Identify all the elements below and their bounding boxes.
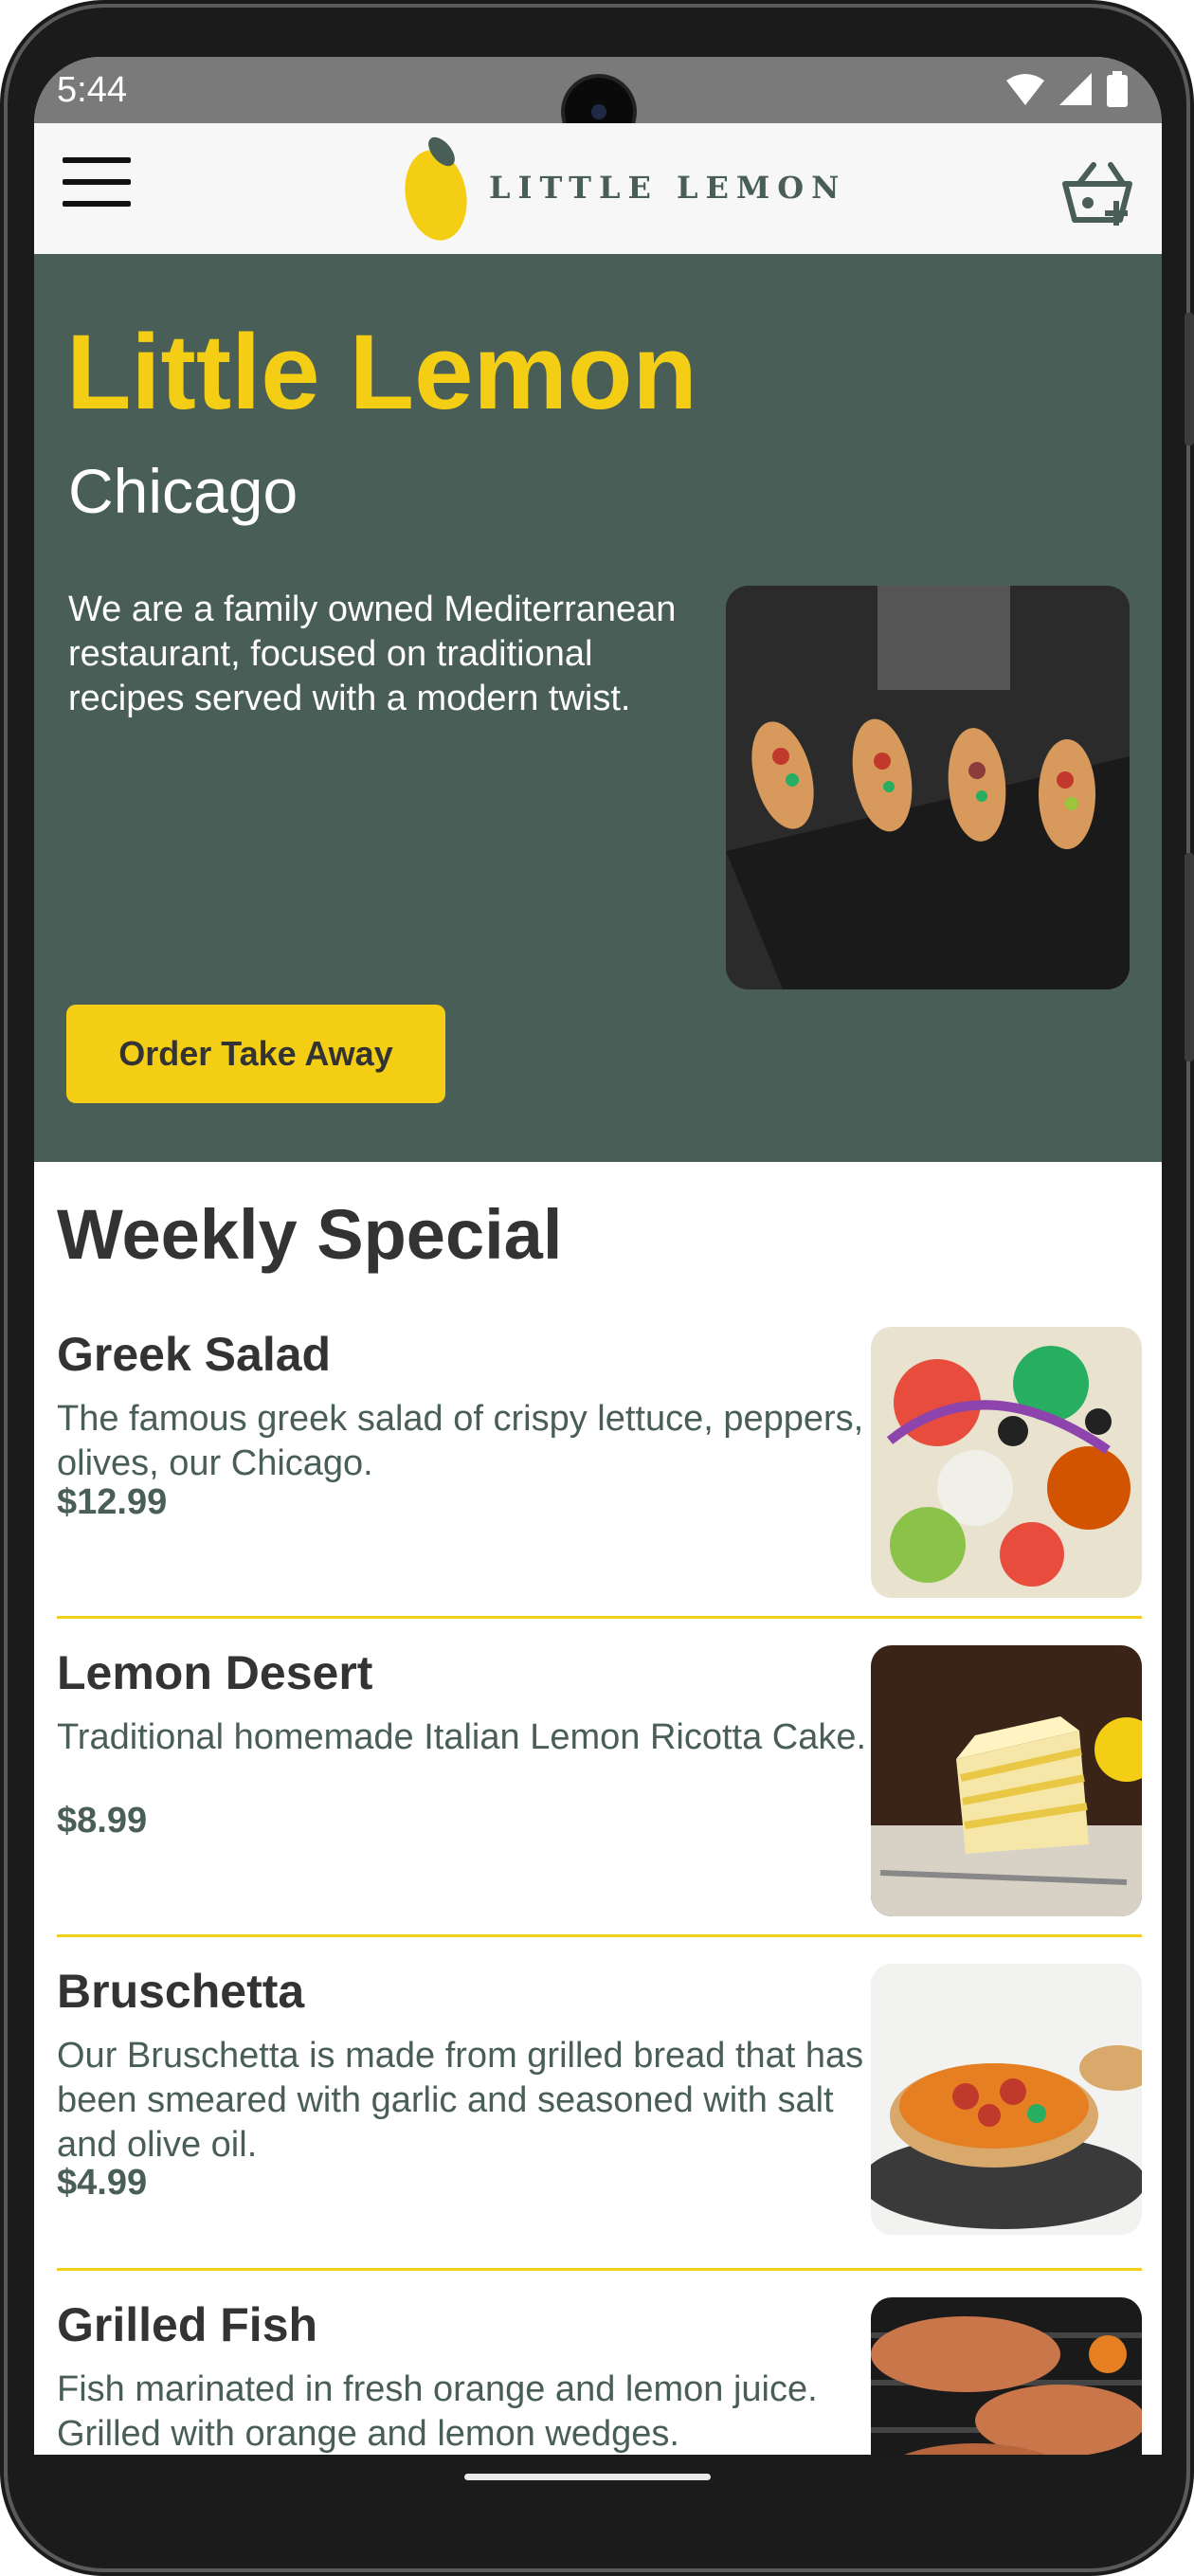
- item-divider: [57, 2268, 1142, 2271]
- item-description: Traditional homemade Italian Lemon Ricot…: [57, 1717, 867, 1757]
- item-description: Our Bruschetta is made from grilled brea…: [57, 2036, 864, 2165]
- item-image: [871, 1327, 1142, 1598]
- volume-button: [1185, 853, 1194, 1061]
- item-image: [871, 1645, 1142, 1916]
- cart-button[interactable]: [1061, 161, 1133, 227]
- status-icons: [1006, 70, 1128, 108]
- item-image: [871, 2297, 1142, 2455]
- hero-image: [726, 586, 1130, 989]
- cart-icon: [1062, 162, 1132, 226]
- power-button: [1185, 313, 1194, 445]
- screen: 5:44 LITTLE LEMON Little Lemon Chicago W…: [34, 57, 1162, 2455]
- item-name: Grilled Fish: [57, 2298, 318, 2351]
- weekly-special-title: Weekly Special: [57, 1195, 563, 1274]
- status-time: 5:44: [57, 70, 127, 110]
- item-name: Bruschetta: [57, 1965, 305, 2018]
- item-image: [871, 1964, 1142, 2235]
- home-indicator[interactable]: [464, 2474, 711, 2480]
- item-name: Lemon Desert: [57, 1646, 373, 1699]
- signal-icon: [1059, 73, 1092, 105]
- item-price: $8.99: [57, 1801, 148, 1841]
- menu-item-greek-salad[interactable]: Greek Salad The famous greek salad of cr…: [57, 1327, 1142, 1602]
- hero-description: We are a family owned Mediterranean rest…: [68, 590, 677, 718]
- item-description: The famous greek salad of crispy lettuce…: [57, 1399, 864, 1483]
- lemon-logo-icon: [405, 136, 467, 241]
- hero-city: Chicago: [68, 456, 298, 526]
- hero-section: Little Lemon Chicago We are a family own…: [34, 254, 1162, 1162]
- item-divider: [57, 1616, 1142, 1619]
- app-logo: LITTLE LEMON: [404, 131, 846, 245]
- item-description: Fish marinated in fresh orange and lemon…: [57, 2369, 818, 2454]
- hero-title: Little Lemon: [66, 313, 697, 431]
- menu-item-grilled-fish[interactable]: Grilled Fish Fish marinated in fresh ora…: [57, 2297, 1142, 2455]
- item-price: $12.99: [57, 1482, 168, 1522]
- item-price: $4.99: [57, 2163, 148, 2203]
- battery-icon: [1107, 71, 1128, 107]
- item-name: Greek Salad: [57, 1328, 332, 1381]
- item-divider: [57, 1934, 1142, 1937]
- menu-item-lemon-desert[interactable]: Lemon Desert Traditional homemade Italia…: [57, 1645, 1142, 1920]
- top-app-bar: LITTLE LEMON: [34, 123, 1162, 254]
- menu-icon[interactable]: [63, 157, 131, 214]
- order-take-away-button[interactable]: Order Take Away: [66, 1005, 445, 1103]
- menu-item-bruschetta[interactable]: Bruschetta Our Bruschetta is made from g…: [57, 1964, 1142, 2277]
- phone-frame: 5:44 LITTLE LEMON Little Lemon Chicago W…: [0, 0, 1194, 2576]
- logo-text: LITTLE LEMON: [489, 170, 847, 206]
- wifi-icon: [1006, 74, 1044, 105]
